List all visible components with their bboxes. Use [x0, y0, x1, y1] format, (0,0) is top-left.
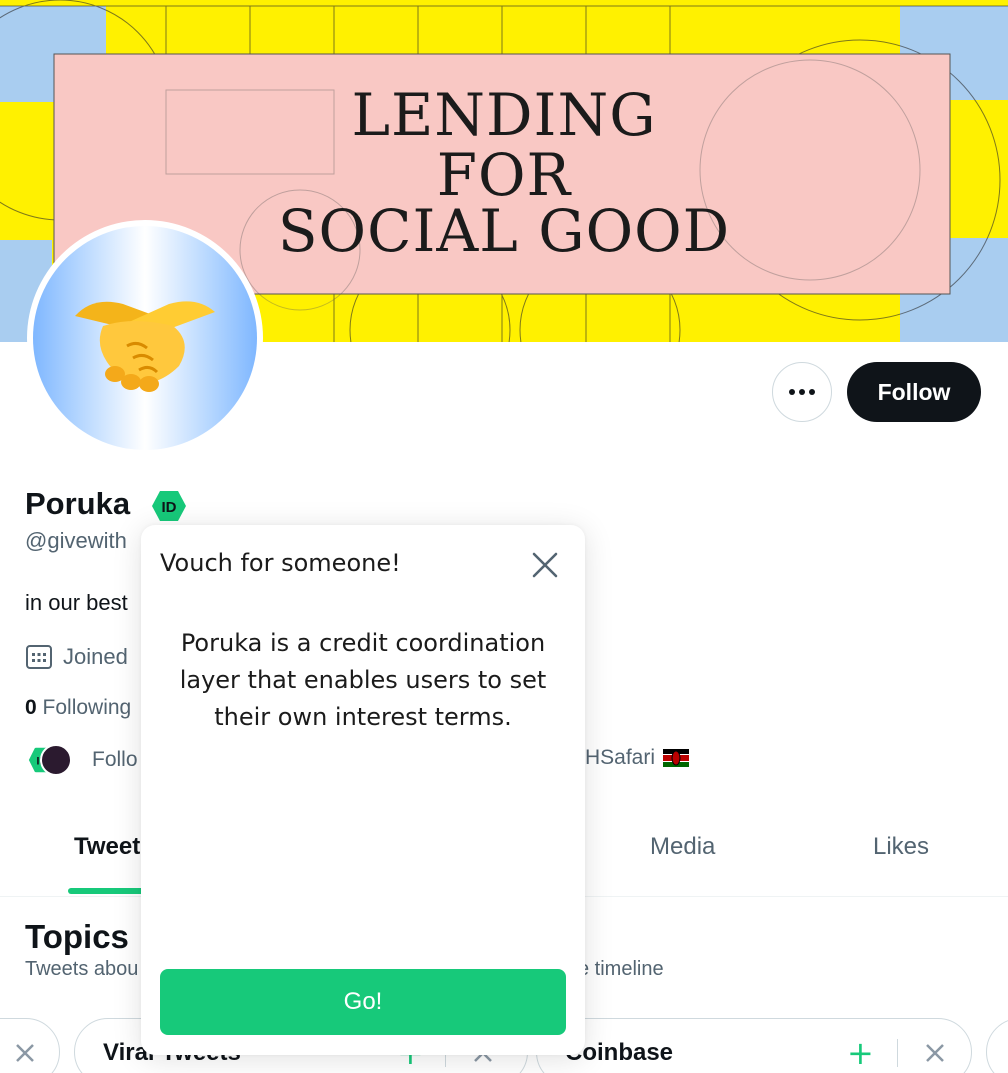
chip-separator	[897, 1039, 898, 1067]
profile-bio: in our best	[25, 590, 128, 615]
topic-chip-next[interactable]	[986, 1018, 1008, 1073]
vouch-modal: Vouch for someone! Poruka is a credit co…	[141, 525, 585, 1055]
followers-tail: HSafari	[585, 746, 690, 770]
go-button[interactable]: Go!	[160, 969, 566, 1035]
dismiss-topic-icon[interactable]	[923, 1041, 947, 1065]
topics-title: Topics	[25, 918, 129, 955]
follow-button[interactable]: Follow	[847, 362, 981, 422]
tab-likes[interactable]: Likes	[873, 833, 929, 861]
avatar-background	[33, 226, 257, 450]
following-count: 0	[25, 696, 37, 719]
profile-page: LENDING FOR SOCIAL GOOD Follow Poruka ID…	[0, 0, 1008, 1073]
banner-text-line-2: FOR	[436, 141, 572, 209]
topics-subtitle-end: e timeline	[578, 958, 664, 980]
followers-suffix-text: HSafari	[585, 746, 656, 769]
id-badge-icon: ID	[152, 491, 186, 521]
following-count-link[interactable]: 0 Following	[25, 696, 131, 720]
calendar-icon	[26, 645, 52, 669]
kenya-flag-icon	[663, 749, 690, 767]
follow-topic-plus-icon[interactable]: +	[847, 1037, 874, 1069]
banner-text-line-1: LENDING	[351, 81, 657, 149]
joined-label: Joined	[63, 644, 128, 669]
dismiss-topic-icon[interactable]	[13, 1041, 37, 1065]
more-options-button[interactable]	[772, 362, 832, 422]
follower-avatars: ID	[26, 744, 78, 776]
modal-title: Vouch for someone!	[160, 549, 401, 577]
profile-handle: @givewith	[25, 528, 127, 553]
follower-avatar-2	[40, 744, 72, 776]
svg-text:ID: ID	[162, 499, 177, 516]
handshake-emoji-icon	[75, 301, 215, 392]
profile-avatar[interactable]	[27, 220, 263, 456]
tab-media[interactable]: Media	[650, 833, 715, 861]
topic-chip-coinbase[interactable]: Coinbase +	[536, 1018, 972, 1073]
joined-date: Joined	[25, 643, 128, 671]
more-options-icon	[789, 389, 815, 395]
followers-you-know[interactable]: ID Follo	[26, 744, 138, 776]
topics-subtitle: Tweets abou	[25, 958, 139, 980]
modal-description: Poruka is a credit coordination layer th…	[179, 629, 547, 731]
tab-tweets[interactable]: Tweet	[74, 833, 140, 861]
followers-prefix-text: Follo	[92, 748, 138, 771]
profile-name: Poruka	[25, 486, 131, 521]
topic-chip[interactable]	[0, 1018, 60, 1073]
following-label: Following	[42, 696, 132, 719]
close-icon[interactable]	[529, 549, 561, 581]
